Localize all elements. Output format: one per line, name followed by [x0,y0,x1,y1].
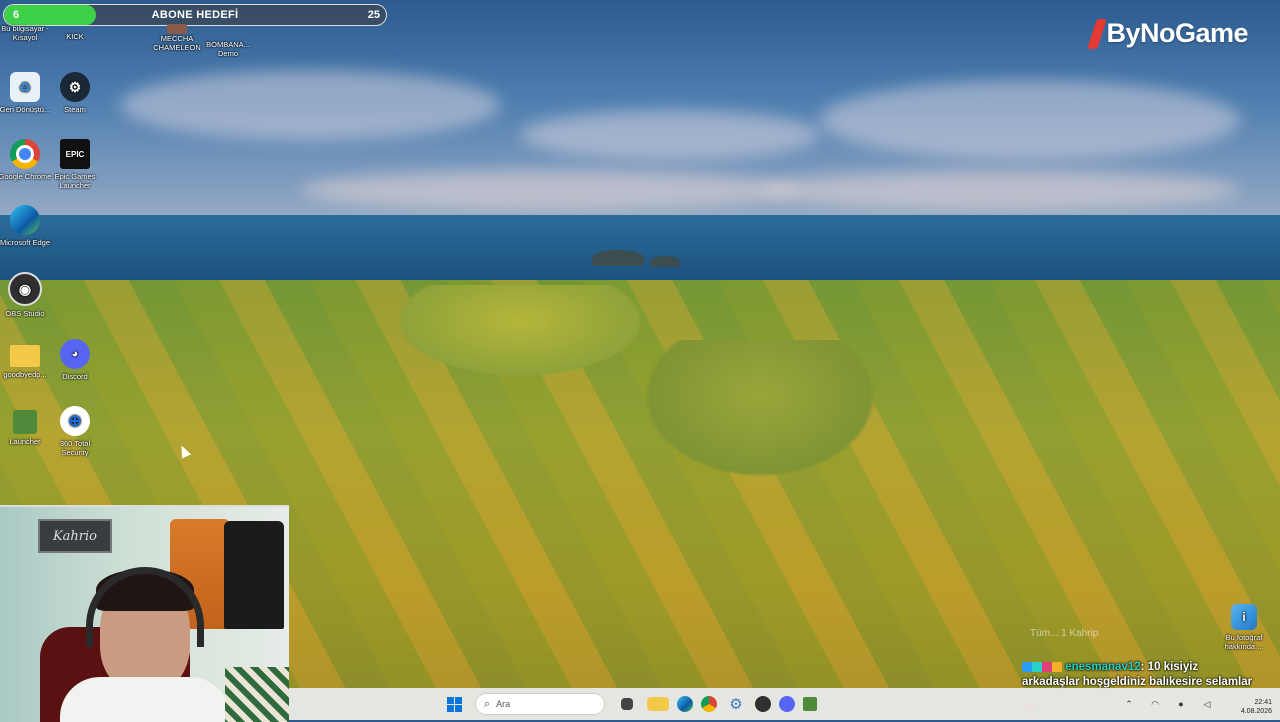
desktop-icon-label: goodbyedp... [3,370,47,379]
desktop-icon-label: Bu bilgisayar - Kısayol [1,24,49,42]
spotlight-about-photo[interactable]: i Bu fotoğraf hakkında ... [1216,604,1272,651]
wallpaper-island [592,250,644,266]
desktop-icon-meccha[interactable]: MECCHA CHAMELEON [150,24,204,52]
desktop-icon-launcher[interactable]: Launcher [0,406,52,446]
desktop-icon-label: 360 Total Security [59,439,91,457]
recycle-bin-icon: ♻ [10,72,40,102]
clock-time: 22:41 [1254,699,1272,706]
desktop-icon-discord[interactable]: ◕ Discord [48,339,102,381]
desktop-icon-360-security[interactable]: ⊕ 360 Total Security [48,406,102,457]
chrome-icon[interactable] [701,696,717,712]
desktop-icon-recycle-bin[interactable]: ♻ Geri Dönüştü... [0,72,52,114]
desktop-icon-chrome[interactable]: Google Chrome [0,139,52,181]
desktop-icon-label: OBS Studio [5,309,45,318]
clock-date: 4.08.2026 [1240,708,1272,715]
desktop-icon-label: Launcher [9,437,41,446]
desktop-icon-label: MECCHA CHAMELEON [153,34,201,52]
windows-start-icon[interactable] [443,693,465,715]
desktop-icon-steam[interactable]: ⚙ Steam [48,72,102,114]
file-explorer-icon[interactable] [647,697,669,711]
logo-mark-icon [1087,18,1108,49]
epic-games-icon: EPIC [60,139,90,169]
tray-chevron-icon[interactable]: ⌃ [1118,693,1140,715]
edge-icon [10,205,40,235]
webcam-overlay: Kahrio [0,505,289,722]
search-placeholder: Ara [496,699,511,709]
desktop-icon-edge[interactable]: Microsoft Edge [0,205,52,247]
desktop-icon-label: Google Chrome [0,172,52,181]
desktop-icon-label: BOMBANA... Demo [206,40,250,58]
desktop-icon-label: Discord [62,372,88,381]
chat-text-line1: : 10 kisiyiz [1140,661,1199,673]
desktop-icon-label: Steam [64,105,86,114]
chat-message: enesmanav12: 10 kisiyiz arkadaşlar hoşge… [1022,660,1272,690]
logo-text: ByNoGame [1106,18,1248,48]
bynogame-logo: ByNoGame [1087,18,1248,49]
steam-icon: ⚙ [60,72,90,102]
minecraft-launcher-icon [13,410,37,434]
speaker-icon[interactable]: ◁ [1196,693,1218,715]
taskbar: ⌕ Ara ⚙ ⌃ ◠ ● ◁ [289,688,1280,720]
microphone-icon[interactable]: ● [1170,693,1192,715]
webcam-jersey-black [224,521,284,629]
search-icon: ⌕ [484,697,491,710]
desktop-icon-label: Geri Dönüştü... [0,105,51,114]
game-icon [167,24,187,34]
desktop-icon-label: KICK [66,32,84,41]
chat-previous-message: Tüm... 1 Kahrip [1030,628,1099,639]
desktop-icon-label: Epic Games Launcher [54,172,96,190]
spotlight-icon: i [1231,604,1257,630]
chat-badges [1022,661,1062,672]
webcam-sign-text: Kahrio [52,528,98,544]
wallpaper-island [650,256,680,267]
wallpaper-sea [0,215,1280,287]
desktop-icon-folder[interactable]: goodbyedp... [0,339,52,379]
webcam-person-body [60,677,230,722]
subscriber-goal-target: 25 [367,9,380,21]
wifi-icon[interactable]: ◠ [1144,693,1166,715]
webcam-sign: Kahrio [38,519,112,553]
discord-icon: ◕ [60,339,90,369]
folder-icon [10,345,40,367]
chrome-icon [10,139,40,169]
webcam-blanket [225,667,289,722]
wallpaper-hill [400,285,640,375]
settings-icon[interactable]: ⚙ [725,693,747,715]
desktop-icon-epic-games[interactable]: EPIC Epic Games Launcher [48,139,102,190]
desktop-icon-bombana[interactable]: BOMBANA... Demo [201,40,255,58]
desktop-icon-label: Microsoft Edge [0,238,51,247]
edge-icon[interactable] [677,696,693,712]
desktop-icon-obs[interactable]: ◉ OBS Studio [0,272,52,318]
security-icon: ⊕ [60,406,90,436]
discord-icon[interactable] [779,696,795,712]
desktop-icon-this-pc[interactable]: Bu bilgisayar - Kısayol [0,24,52,42]
obs-icon[interactable] [755,696,771,712]
spotlight-label: Bu fotoğraf hakkında ... [1224,633,1264,651]
subscriber-goal-title: ABONE HEDEFİ [151,9,239,21]
wallpaper-crater [640,340,880,480]
subscriber-goal-bar: 6 ABONE HEDEFİ 25 [3,4,387,26]
minecraft-icon[interactable] [803,697,817,711]
taskbar-search[interactable]: ⌕ Ara [475,693,605,715]
obs-icon: ◉ [8,272,42,306]
chat-text-line2: arkadaşlar hoşgeldiniz balıkesire selaml… [1022,676,1253,688]
task-view-icon[interactable] [621,698,633,710]
taskbar-clock[interactable]: 22:41 4.08.2026 [1241,698,1272,716]
desktop-icon-kick[interactable]: KICK [48,32,102,41]
chat-username: enesmanav12 [1065,661,1141,673]
